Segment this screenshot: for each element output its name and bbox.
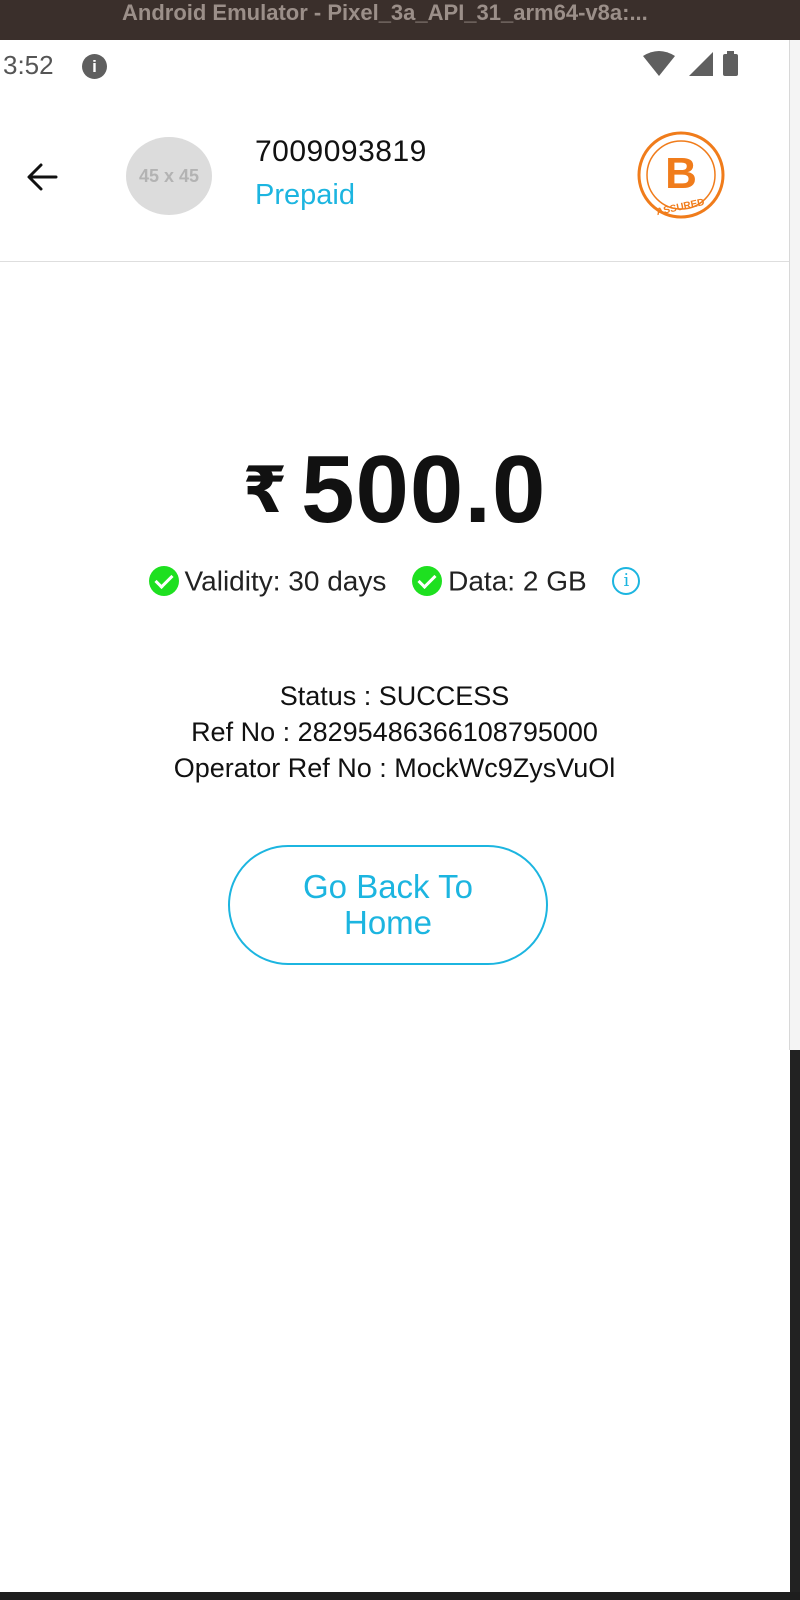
reference-number: Ref No : 2829548636610879500​0 bbox=[191, 717, 598, 747]
app-header: 45 x 45 7009093819 Prepaid B ASSURED bbox=[0, 95, 789, 262]
back-arrow-icon[interactable] bbox=[22, 155, 66, 199]
go-back-home-button[interactable]: Go Back To Home bbox=[228, 845, 548, 965]
benefit-label: Validity: 30 days bbox=[184, 565, 387, 597]
benefit-validity: Validity: 30 days bbox=[148, 564, 387, 598]
window-title: Android Emulator - Pixel_3a_API_31_arm64… bbox=[122, 0, 648, 25]
status-time: 3:52 bbox=[3, 50, 54, 80]
window-frame-bottom bbox=[0, 1592, 800, 1600]
benefit-label: Data: 2 GB bbox=[448, 565, 587, 597]
check-circle-icon bbox=[412, 566, 443, 597]
transaction-details: Status : SUCCESS Ref No : 28295486366108… bbox=[0, 678, 789, 786]
check-circle-icon bbox=[148, 566, 179, 597]
plan-type: Prepaid bbox=[255, 179, 355, 211]
transaction-status: Status : SUCCESS bbox=[279, 681, 510, 711]
window-frame-edge bbox=[789, 40, 800, 1050]
battery-icon bbox=[723, 51, 738, 76]
recharge-amount: ₹500.0 bbox=[0, 435, 789, 545]
operator-avatar: 45 x 45 bbox=[126, 137, 212, 215]
plan-benefits: Validity: 30 days Data: 2 GB i bbox=[0, 563, 789, 603]
phone-number: 7009093819 bbox=[255, 135, 427, 168]
amount-value: 500.0 bbox=[301, 436, 547, 543]
assured-logo: B ASSURED bbox=[637, 131, 725, 219]
benefit-data: Data: 2 GB bbox=[412, 564, 587, 598]
window-frame-dark bbox=[790, 1050, 800, 1600]
wifi-icon bbox=[643, 51, 675, 76]
notification-info-icon: i bbox=[82, 54, 107, 79]
operator-reference-number: Operator Ref No : MockWc9ZysVuOl bbox=[173, 753, 616, 783]
cellular-signal-icon bbox=[689, 52, 713, 76]
currency-symbol: ₹ bbox=[242, 453, 288, 526]
logo-letter: B bbox=[665, 149, 697, 198]
emulator-title-bar: Android Emulator - Pixel_3a_API_31_arm64… bbox=[0, 0, 800, 40]
info-icon[interactable]: i bbox=[612, 566, 641, 595]
status-icons bbox=[643, 51, 738, 76]
